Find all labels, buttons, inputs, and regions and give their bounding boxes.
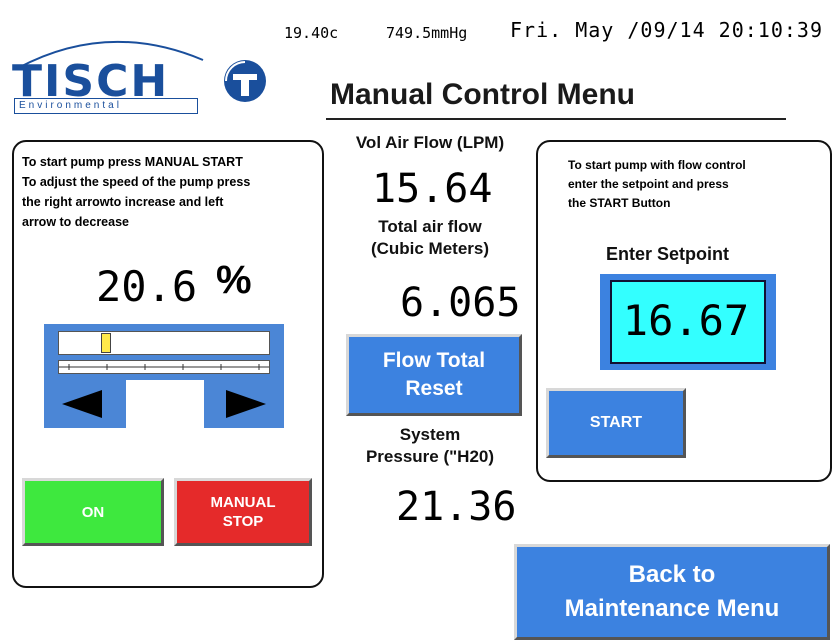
increase-speed-button[interactable] — [204, 380, 284, 428]
manual-stop-label-line2: STOP — [222, 513, 264, 530]
speed-slider-scale — [58, 360, 270, 374]
page-title: Manual Control Menu — [330, 78, 635, 111]
logo-emblem-icon — [224, 60, 266, 102]
pump-speed-unit: % — [216, 258, 252, 302]
instruction-line: the right arrowto increase and left — [22, 195, 224, 209]
back-to-maintenance-button[interactable]: Back to Maintenance Menu — [514, 544, 830, 640]
instruction-line: arrow to decrease — [22, 215, 129, 229]
back-button-line1: Back to — [628, 561, 716, 588]
instruction-line: enter the setpoint and press — [568, 177, 729, 191]
system-pressure-label-line1: System — [399, 425, 461, 444]
system-pressure-value: 21.36 — [396, 484, 517, 530]
arrow-right-icon — [226, 390, 266, 418]
instruction-line: To start pump with flow control — [568, 158, 746, 172]
total-air-flow-value: 6.065 — [400, 280, 521, 326]
setpoint-value[interactable]: 16.67 — [612, 296, 760, 345]
total-air-flow-label: Total air flow (Cubic Meters) — [330, 216, 530, 260]
instruction-line: To adjust the speed of the pump press — [22, 175, 251, 189]
speed-slider-track[interactable] — [58, 331, 270, 355]
manual-stop-label-line1: MANUAL — [210, 494, 276, 511]
back-button-line2: Maintenance Menu — [564, 595, 780, 622]
manual-instructions: To start pump press MANUAL START To adju… — [22, 152, 322, 232]
system-pressure-label-line2: Pressure ("H20) — [365, 447, 495, 466]
decrease-speed-button[interactable] — [44, 380, 126, 428]
instruction-line: the START Button — [568, 196, 671, 210]
vol-air-flow-value: 15.64 — [372, 166, 493, 212]
pump-speed-value: 20.6 — [96, 262, 198, 311]
flow-reset-label-line2: Reset — [405, 377, 463, 400]
start-button[interactable]: START — [546, 388, 686, 458]
arrow-left-icon — [62, 390, 102, 418]
instruction-line: To start pump press MANUAL START — [22, 155, 243, 169]
manual-stop-button[interactable]: MANUAL STOP — [174, 478, 312, 546]
total-air-flow-label-line1: Total air flow — [378, 217, 482, 236]
speed-slider-thumb[interactable] — [100, 333, 111, 353]
flow-total-reset-button[interactable]: Flow Total Reset — [346, 334, 522, 416]
pressure-readout: 749.5mmHg — [386, 24, 468, 42]
flow-reset-label-line1: Flow Total — [382, 349, 486, 372]
flow-control-instructions: To start pump with flow control enter th… — [568, 156, 828, 213]
total-air-flow-label-line2: (Cubic Meters) — [370, 239, 490, 258]
title-divider — [326, 118, 786, 120]
datetime-readout: Fri. May /09/14 20:10:39 — [510, 18, 823, 42]
vol-air-flow-label: Vol Air Flow (LPM) — [355, 133, 505, 152]
temperature-readout: 19.40c — [284, 24, 339, 42]
on-button[interactable]: ON — [22, 478, 164, 546]
system-pressure-label: System Pressure ("H20) — [330, 424, 530, 468]
setpoint-label: Enter Setpoint — [606, 244, 730, 264]
logo-subtitle: Environmental — [14, 98, 198, 114]
